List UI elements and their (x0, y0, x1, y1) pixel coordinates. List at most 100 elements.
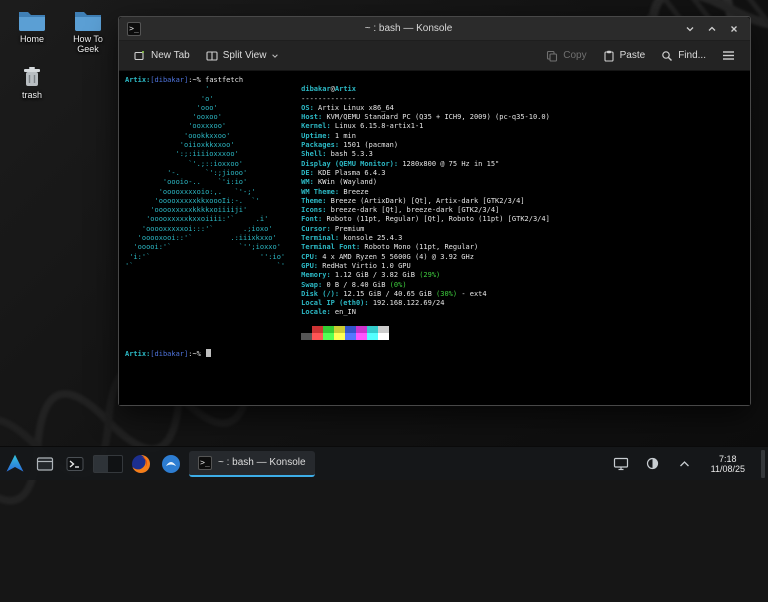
window-titlebar[interactable]: >_ ~ : bash — Konsole (119, 17, 750, 41)
application-launcher-button[interactable] (3, 452, 27, 476)
fastfetch-line: Font: Roboto (11pt, Regular) [Qt], Robot… (301, 215, 550, 224)
maximize-button[interactable] (704, 21, 720, 37)
monitor-icon (613, 457, 628, 470)
split-view-icon (206, 50, 218, 61)
fastfetch-line: Uptime: 1 min (301, 131, 356, 140)
fastfetch-line: WM Theme: Breeze (301, 187, 369, 196)
fastfetch-line: DE: KDE Plasma 6.4.3 (301, 168, 386, 177)
fastfetch-line: GPU: RedHat Virtio 1.0 GPU (301, 261, 411, 270)
terminal-color-palette (301, 325, 550, 340)
fastfetch-info: dibakar@Artix ------------- OS: Artix Linu… (301, 85, 550, 340)
pager-desktop-2[interactable] (108, 456, 122, 472)
search-icon (662, 50, 673, 61)
konsole-task-icon: >_ (198, 455, 212, 470)
chevron-down-icon (686, 26, 694, 31)
firefox-launcher-button[interactable] (129, 452, 153, 476)
prompt-line-2: Artix:[dibakar]:~% (125, 349, 750, 359)
window-icon (36, 456, 54, 471)
fastfetch-line: CPU: 4 x AMD Ryzen 5 5600G (4) @ 3.92 GH… (301, 252, 474, 261)
paste-button[interactable]: Paste (596, 46, 653, 66)
fastfetch-line: Host: KVM/QEMU Standard PC (Q35 + ICH9, … (301, 113, 550, 122)
find-label: Find... (678, 50, 706, 61)
new-tab-label: New Tab (151, 50, 190, 61)
copy-label: Copy (563, 50, 587, 61)
close-button[interactable] (726, 21, 742, 37)
terminal-launcher-button[interactable] (63, 452, 87, 476)
fastfetch-line: Disk (/): 12.15 GiB / 40.65 GiB (30%) - … (301, 289, 487, 298)
konsole-toolbar: New Tab Split View Copy Paste Find... (119, 41, 750, 71)
fastfetch-line: Terminal Font: Roboto Mono (11pt, Regula… (301, 243, 479, 252)
fastfetch-output: ' 'o' 'ooo' 'ooxoo' 'ooxxxoo' 'oookkxxoo… (125, 85, 750, 340)
clock-date: 11/08/25 (710, 463, 745, 474)
konsole-window: >_ ~ : bash — Konsole New Tab Split View (118, 16, 751, 406)
fastfetch-line: Display (QEMU Monitor): 1280x800 @ 75 Hz… (301, 159, 500, 168)
fastfetch-line: Cursor: Premium (301, 224, 365, 233)
new-tab-icon (134, 50, 144, 60)
fastfetch-line: Packages: 1501 (pacman) (301, 141, 399, 150)
desktop-icon-label: Home (19, 34, 44, 44)
fastfetch-line: Swap: 0 B / 8.40 GiB (0%) (301, 280, 407, 289)
terminal-viewport[interactable]: Artix:[dibakar]:~% fastfetch ' 'o' 'ooo'… (119, 71, 750, 405)
close-icon (731, 25, 737, 32)
digital-clock[interactable]: 7:18 11/08/25 (705, 454, 751, 474)
terminal-icon (66, 456, 84, 471)
night-light-tray-icon[interactable] (641, 452, 665, 476)
clock-time: 7:18 (719, 453, 737, 464)
taskbar-task-konsole[interactable]: >_ ~ : bash — Konsole (189, 450, 315, 477)
window-title: ~ : bash — Konsole (364, 23, 453, 34)
virtual-desktop-pager[interactable] (93, 454, 123, 473)
find-button[interactable]: Find... (654, 46, 713, 66)
terminal-cursor (206, 349, 212, 358)
fastfetch-line: Terminal: konsole 25.4.3 (301, 234, 403, 243)
prompt-line-1: Artix:[dibakar]:~% fastfetch (125, 76, 244, 84)
ascii-art: ' 'o' 'ooo' 'ooxoo' 'ooxxxoo' 'oookkxxoo… (125, 85, 286, 270)
app-circle-icon (162, 454, 180, 473)
folder-icon (75, 12, 101, 31)
desktop-icon-label: trash (21, 90, 42, 100)
hamburger-menu-button[interactable] (715, 46, 742, 65)
chevron-down-icon (272, 53, 279, 58)
desktop-icon-home[interactable]: Home (6, 8, 58, 44)
fastfetch-line: dibakar@Artix (301, 85, 356, 94)
desktop-icon-how-to-geek[interactable]: How To Geek (62, 8, 114, 54)
pager-desktop-1[interactable] (94, 455, 108, 472)
firefox-icon (132, 454, 150, 473)
display-tray-icon[interactable] (609, 452, 633, 476)
task-label: ~ : bash — Konsole (218, 457, 306, 468)
desktop-icon-label: How To Geek (73, 34, 103, 54)
copy-icon (547, 50, 558, 62)
paste-icon (604, 50, 614, 62)
artix-logo-icon (6, 454, 24, 472)
minimize-button[interactable] (682, 21, 698, 37)
hamburger-icon (723, 51, 734, 60)
files-launcher-button[interactable] (159, 452, 183, 476)
taskbar-panel: >_ ~ : bash — Konsole 7:18 11/08/25 (0, 446, 768, 480)
chevron-up-icon (708, 26, 716, 31)
system-tray: 7:18 11/08/25 (609, 449, 765, 478)
split-view-label: Split View (222, 50, 267, 61)
fastfetch-line: Memory: 1.12 GiB / 3.82 GiB (29%) (301, 271, 441, 280)
fastfetch-line: Icons: breeze-dark [Qt], breeze-dark [GT… (301, 206, 500, 215)
fastfetch-line: Theme: Breeze (ArtixDark) [Qt], Artix-da… (301, 196, 525, 205)
new-tab-button[interactable]: New Tab (127, 46, 197, 66)
peek-at-desktop-button[interactable] (761, 449, 765, 478)
desktop-icon-trash[interactable]: trash (6, 66, 58, 100)
fastfetch-line: Locale: en_IN (301, 308, 356, 317)
brightness-icon (647, 457, 659, 470)
fastfetch-line: Local IP (eth0): 192.168.122.69/24 (301, 299, 445, 308)
paste-label: Paste (619, 50, 646, 61)
window-list-button[interactable] (33, 452, 57, 476)
fastfetch-line: OS: Artix Linux x86_64 (301, 103, 394, 112)
trash-icon (24, 67, 40, 86)
split-view-button[interactable]: Split View (199, 46, 287, 66)
folder-icon (19, 12, 45, 31)
fastfetch-line: WM: KWin (Wayland) (301, 178, 378, 187)
fastfetch-line: ------------- (301, 94, 356, 103)
expand-tray-button[interactable] (673, 452, 697, 476)
fastfetch-line: Kernel: Linux 6.15.8-artix1-1 (301, 122, 424, 131)
copy-button[interactable]: Copy (539, 46, 593, 66)
konsole-app-icon: >_ (127, 21, 141, 36)
fastfetch-line: Shell: bash 5.3.3 (301, 150, 373, 159)
chevron-up-icon (680, 460, 690, 466)
